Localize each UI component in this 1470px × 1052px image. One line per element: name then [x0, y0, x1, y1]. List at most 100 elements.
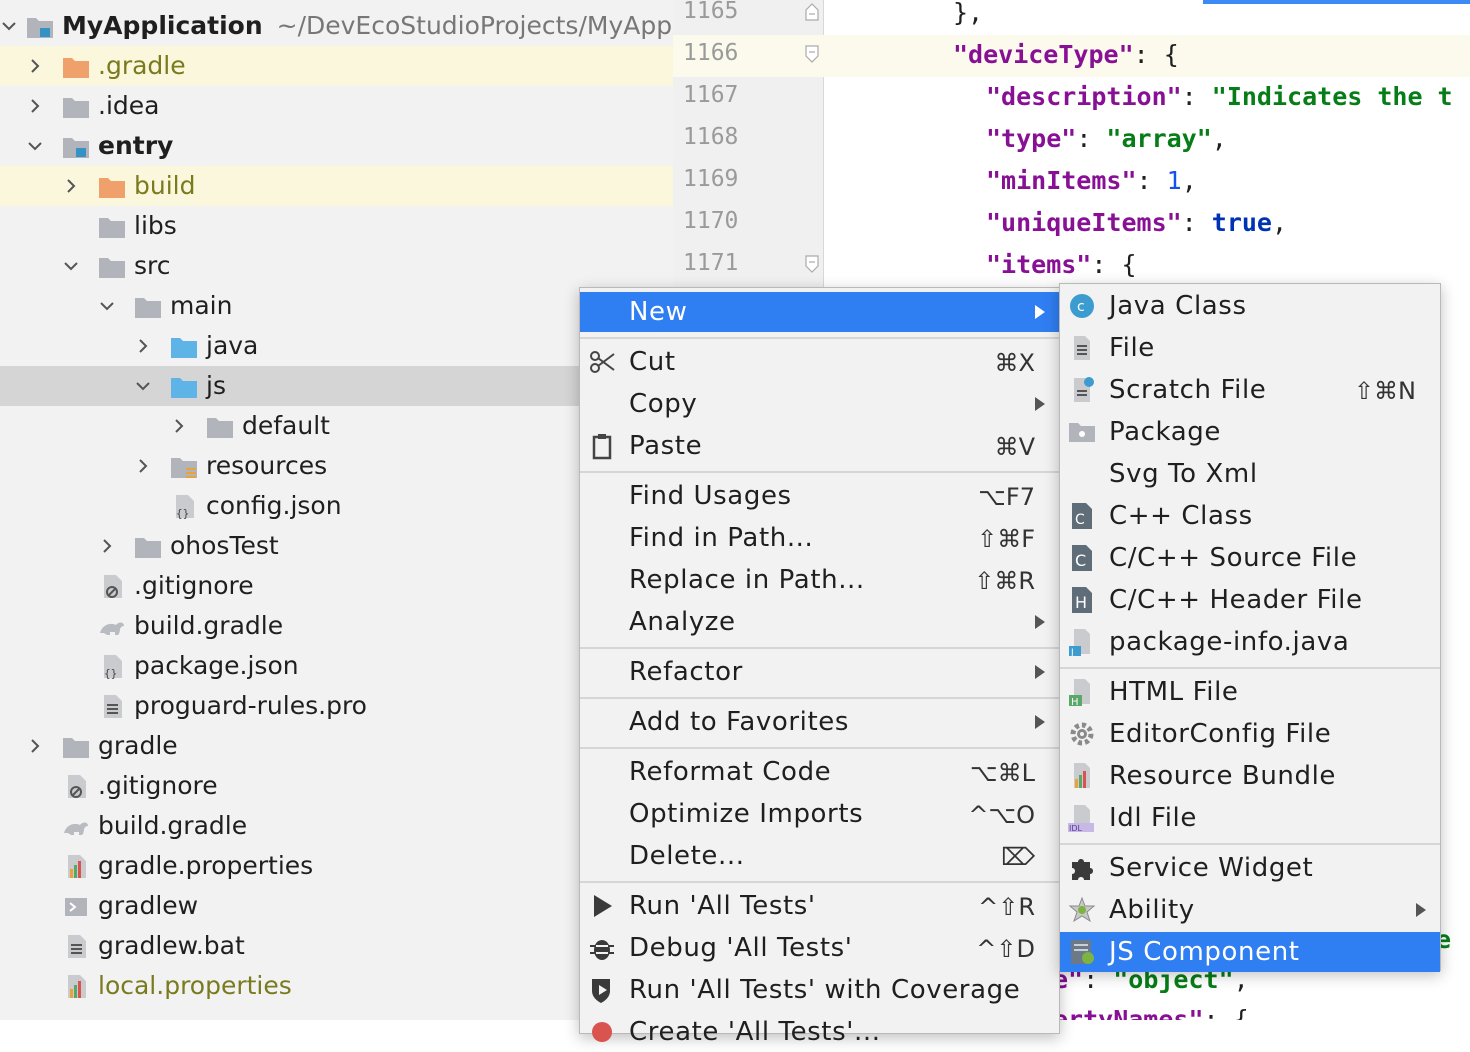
tree-item[interactable]: .gitignore [0, 766, 673, 806]
code-text: "minItems": 1, [986, 166, 1197, 195]
code-line[interactable]: 1165}, [673, 0, 1470, 35]
file-icon [1068, 334, 1096, 362]
fold-marker-icon[interactable] [805, 45, 819, 63]
tree-item[interactable]: .gradle [0, 46, 673, 86]
menu-item-add-to-favorites[interactable]: Add to Favorites [580, 702, 1059, 742]
menu-item-scratch-file[interactable]: Scratch File ⇧⌘N [1060, 370, 1440, 410]
menu-item-cut[interactable]: Cut ⌘X [580, 342, 1059, 382]
tree-item[interactable]: {} config.json [0, 486, 673, 526]
tree-item[interactable]: gradlew.bat [0, 926, 673, 966]
chevron-right-icon[interactable] [26, 737, 44, 755]
tree-item[interactable]: entry [0, 126, 673, 166]
chevron-right-icon[interactable] [170, 417, 188, 435]
tree-item[interactable]: {} package.json [0, 646, 673, 686]
source-folder-icon [170, 375, 198, 399]
menu-item-refactor[interactable]: Refactor [580, 652, 1059, 692]
menu-item-create-all-tests[interactable]: Create 'All Tests'... [580, 1012, 1059, 1052]
menu-item-html-file[interactable]: H HTML File [1060, 672, 1440, 712]
svg-text:c: c [1077, 299, 1085, 315]
package-info-icon: J [1068, 628, 1096, 658]
menu-item-service-widget[interactable]: Service Widget [1060, 848, 1440, 888]
menu-item-paste[interactable]: Paste ⌘V [580, 426, 1059, 466]
code-line[interactable]: 1168 "type": "array", [673, 119, 1470, 161]
fold-marker-icon[interactable] [805, 3, 819, 21]
menu-item-file[interactable]: File [1060, 328, 1440, 368]
tree-item[interactable]: resources [0, 446, 673, 486]
text-file-icon [62, 935, 90, 959]
tree-item[interactable]: java [0, 326, 673, 366]
chevron-right-icon[interactable] [26, 57, 44, 75]
line-number: 1169 [683, 166, 739, 192]
menu-item-debug-all-tests[interactable]: Debug 'All Tests' ^⇧D [580, 928, 1059, 968]
code-line[interactable]: 1166 "deviceType": { [673, 35, 1470, 77]
code-line[interactable]: 1169 "minItems": 1, [673, 161, 1470, 203]
tree-root-row[interactable]: MyApplication ~/DevEcoStudioProjects/MyAp… [0, 6, 673, 46]
menu-item-editorconfig-file[interactable]: EditorConfig File [1060, 714, 1440, 754]
menu-item-new[interactable]: New [580, 292, 1059, 332]
tree-item[interactable]: gradle.properties [0, 846, 673, 886]
code-line[interactable]: 1170 "uniqueItems": true, [673, 203, 1470, 245]
text-file-icon [98, 695, 126, 719]
tree-item[interactable]: gradlew [0, 886, 673, 926]
tree-item[interactable]: gradle [0, 726, 673, 766]
menu-item-idl-file[interactable]: IDL Idl File [1060, 798, 1440, 838]
tree-item[interactable]: .idea [0, 86, 673, 126]
tree-item[interactable]: main [0, 286, 673, 326]
svg-text:H: H [1071, 697, 1079, 706]
chevron-right-icon[interactable] [98, 537, 116, 555]
tree-item[interactable]: build [0, 166, 673, 206]
menu-item-ability[interactable]: Ability [1060, 890, 1440, 930]
menu-item-optimize-imports[interactable]: Optimize Imports ^⌥O [580, 794, 1059, 834]
tree-item[interactable]: proguard-rules.pro [0, 686, 673, 726]
chevron-down-icon[interactable] [62, 257, 80, 275]
chevron-right-icon[interactable] [134, 337, 152, 355]
menu-item-c-c-source-file[interactable]: C C/C++ Source File [1060, 538, 1440, 578]
svg-text:H: H [1075, 593, 1087, 612]
code-line[interactable]: 1167 "description": "Indicates the t [673, 77, 1470, 119]
code-line[interactable]: 1171 "items": { [673, 245, 1470, 287]
tree-item[interactable]: .gitignore [0, 566, 673, 606]
menu-item-delete[interactable]: Delete... ⌦ [580, 836, 1059, 876]
menu-item-java-class[interactable]: c Java Class [1060, 286, 1440, 326]
code-text: "deviceType": { [953, 40, 1179, 69]
menu-item-c-class[interactable]: C C++ Class [1060, 496, 1440, 536]
line-number: 1168 [683, 124, 739, 150]
menu-item-find-usages[interactable]: Find Usages ⌥F7 [580, 476, 1059, 516]
menu-item-package-info-java[interactable]: Jpackage-info.java [1060, 622, 1440, 662]
tree-item-label: default [242, 411, 330, 440]
tree-item[interactable]: js [0, 366, 673, 406]
chevron-right-icon[interactable] [62, 177, 80, 195]
menu-item-run-all-tests-with-coverage[interactable]: Run 'All Tests' with Coverage [580, 970, 1059, 1010]
menu-item-svg-to-xml[interactable]: Svg To Xml [1060, 454, 1440, 494]
tree-item[interactable]: build.gradle [0, 606, 673, 646]
svg-text:IDL: IDL [1069, 824, 1083, 832]
fold-marker-icon[interactable] [805, 255, 819, 273]
menu-item-c-c-header-file[interactable]: H C/C++ Header File [1060, 580, 1440, 620]
chevron-down-icon[interactable] [134, 377, 152, 395]
menu-separator [580, 881, 1059, 883]
tree-item[interactable]: libs [0, 206, 673, 246]
chevron-down-icon[interactable] [98, 297, 116, 315]
chevron-down-icon[interactable] [26, 137, 44, 155]
svg-text:J: J [1070, 648, 1074, 656]
menu-item-label: Analyze [629, 607, 736, 637]
chevron-down-icon[interactable] [0, 17, 18, 35]
project-root-path: ~/DevEcoStudioProjects/MyApp [276, 11, 673, 40]
menu-item-run-all-tests[interactable]: Run 'All Tests' ^⇧R [580, 886, 1059, 926]
tree-item[interactable]: local.properties [0, 966, 673, 1006]
menu-item-find-in-path[interactable]: Find in Path... ⇧⌘F [580, 518, 1059, 558]
tree-item[interactable]: default [0, 406, 673, 446]
chevron-right-icon[interactable] [26, 97, 44, 115]
menu-item-label: Resource Bundle [1109, 761, 1337, 791]
chevron-right-icon[interactable] [134, 457, 152, 475]
menu-item-replace-in-path[interactable]: Replace in Path... ⇧⌘R [580, 560, 1059, 600]
menu-item-copy[interactable]: Copy [580, 384, 1059, 424]
menu-item-resource-bundle[interactable]: Resource Bundle [1060, 756, 1440, 796]
menu-item-analyze[interactable]: Analyze [580, 602, 1059, 642]
tree-item[interactable]: src [0, 246, 673, 286]
tree-item[interactable]: build.gradle [0, 806, 673, 846]
menu-item-reformat-code[interactable]: Reformat Code ⌥⌘L [580, 752, 1059, 792]
tree-item[interactable]: ohosTest [0, 526, 673, 566]
menu-item-package[interactable]: Package [1060, 412, 1440, 452]
menu-item-js-component[interactable]: JS Component [1060, 932, 1440, 972]
